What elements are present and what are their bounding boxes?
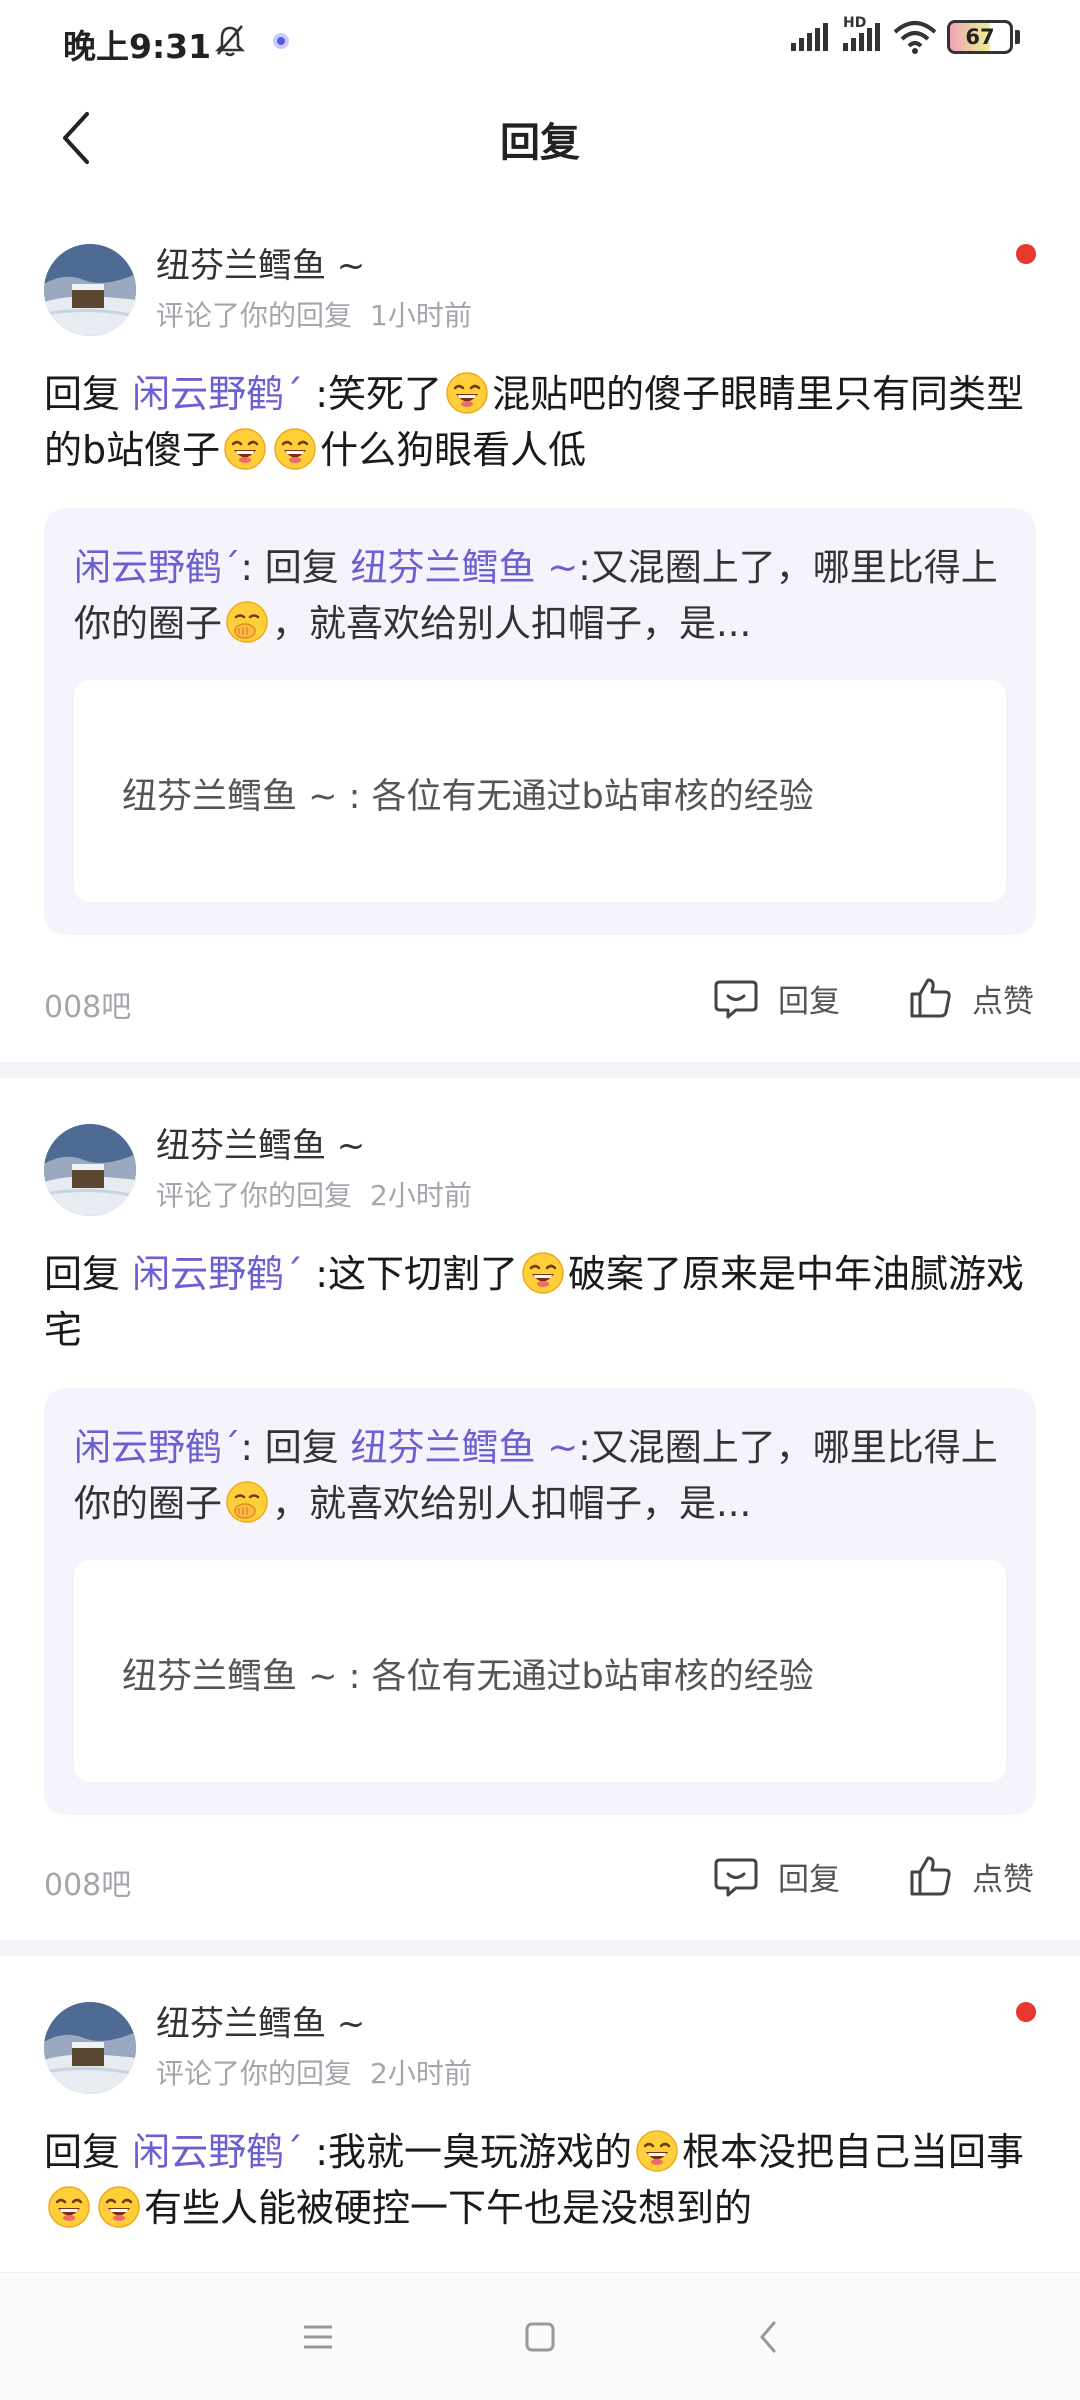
reply-target-link[interactable]: 闲云野鹤ˊ xyxy=(132,2130,303,2174)
grin-emoji-icon xyxy=(97,2185,141,2229)
original-post[interactable]: 纽芬兰鳕鱼 ~ : 各位有无通过b站审核的经验 xyxy=(74,680,1006,902)
notification-card[interactable]: 纽芬兰鳕鱼 ~ 评论了你的回复 2小时前 回复 闲云野鹤ˊ :这下切割了 破案了原来… xyxy=(0,1078,1080,1940)
comment-meta: 评论了你的回复 2小时前 xyxy=(156,1174,472,1214)
avatar[interactable] xyxy=(44,244,136,336)
thumb-up-icon xyxy=(906,974,954,1022)
reply-content[interactable]: 回复 闲云野鹤ˊ :这下切割了 破案了原来是中年油腻游戏宅 xyxy=(44,1246,1039,1358)
quote-target-link[interactable]: 纽芬兰鳕鱼 ~ xyxy=(351,546,579,589)
reply-content[interactable]: 回复 闲云野鹤ˊ :我就一臭玩游戏的 根本没把自己当回事有些人能被硬控一下午也是没… xyxy=(44,2124,1039,2236)
action-text: 评论了你的回复 xyxy=(156,2057,353,2090)
quote-author-link[interactable]: 闲云野鹤ˊ xyxy=(74,546,241,589)
hd-signal-icon: HD xyxy=(841,15,883,53)
grin-emoji-icon xyxy=(223,427,267,471)
card-divider xyxy=(0,1940,1080,1956)
like-button[interactable]: 点赞 xyxy=(906,1852,1034,1900)
reply-segment: 根本没把自己当回事 xyxy=(682,2130,1025,2174)
home-button[interactable] xyxy=(516,2313,564,2361)
nav-back-button[interactable] xyxy=(744,2313,792,2361)
original-post-text: 纽芬兰鳕鱼 ~ : 各位有无通过b站审核的经验 xyxy=(122,777,814,817)
wifi-icon xyxy=(893,21,937,54)
quote-text-part: ，就喜欢给别人扣帽子，是... xyxy=(272,1482,752,1525)
reply-label: 回复 xyxy=(778,1861,840,1898)
timestamp: 1小时前 xyxy=(370,299,472,332)
reply-target-link[interactable]: 闲云野鹤ˊ xyxy=(132,372,303,416)
original-post[interactable]: 纽芬兰鳕鱼 ~ : 各位有无通过b站审核的经验 xyxy=(74,1560,1006,1782)
grin-emoji-icon xyxy=(47,2185,91,2229)
quote-reply-label: : 回复 xyxy=(240,1426,339,1469)
reply-segment: :我就一臭玩游戏的 xyxy=(315,2130,633,2174)
quoted-thread[interactable]: 闲云野鹤ˊ: 回复 纽芬兰鳕鱼 ~:又混圈上了，哪里比得上你的圈子 ，就喜欢给别人… xyxy=(44,1388,1036,1815)
card-divider xyxy=(0,1062,1080,1078)
notification-card[interactable]: 纽芬兰鳕鱼 ~ 评论了你的回复 2小时前 回复 闲云野鹤ˊ :我就一臭玩游戏的 根本… xyxy=(0,1956,1080,2272)
status-bar: 晚上9:31 HD 67 xyxy=(0,0,1080,84)
home-square-icon xyxy=(525,2322,555,2352)
grin-emoji-icon xyxy=(445,371,489,415)
shush-emoji-icon xyxy=(225,600,269,644)
quote-text-part: ，就喜欢给别人扣帽子，是... xyxy=(272,602,752,645)
nav-back-icon xyxy=(760,2321,776,2353)
reply-prefix: 回复 xyxy=(44,2130,121,2174)
comment-bubble-icon xyxy=(712,1852,760,1900)
battery-level: 67 xyxy=(965,25,995,49)
battery-tip xyxy=(1015,30,1020,44)
reply-segment: :笑死了 xyxy=(315,372,443,416)
page-title: 回复 xyxy=(500,120,580,166)
quoted-thread[interactable]: 闲云野鹤ˊ: 回复 纽芬兰鳕鱼 ~:又混圈上了，哪里比得上你的圈子 ，就喜欢给别人… xyxy=(44,508,1036,935)
app-notification-icon xyxy=(273,33,289,49)
quote-reply-label: : 回复 xyxy=(240,546,339,589)
grin-emoji-icon xyxy=(273,427,317,471)
avatar[interactable] xyxy=(44,2002,136,2094)
username[interactable]: 纽芬兰鳕鱼 ~ xyxy=(156,238,365,287)
signal-icon xyxy=(791,23,828,51)
quoted-reply: 闲云野鹤ˊ: 回复 纽芬兰鳕鱼 ~:又混圈上了，哪里比得上你的圈子 ，就喜欢给别人… xyxy=(74,540,1004,652)
username[interactable]: 纽芬兰鳕鱼 ~ xyxy=(156,1118,365,1167)
action-text: 评论了你的回复 xyxy=(156,1179,353,1212)
reply-segment: 什么狗眼看人低 xyxy=(320,428,587,472)
status-icons: HD 67 xyxy=(789,15,1020,54)
reply-segment: 有些人能被硬控一下午也是没想到的 xyxy=(144,2186,753,2230)
bell-muted-icon xyxy=(214,25,246,57)
like-label: 点赞 xyxy=(972,1861,1034,1898)
avatar[interactable] xyxy=(44,1124,136,1216)
unread-dot xyxy=(1016,244,1036,264)
battery-icon: 67 xyxy=(947,20,1013,54)
quote-target-link[interactable]: 纽芬兰鳕鱼 ~ xyxy=(351,1426,579,1469)
thumb-up-icon xyxy=(906,1852,954,1900)
system-nav-bar xyxy=(0,2272,1080,2400)
comment-bubble-icon xyxy=(712,974,760,1022)
comment-meta: 评论了你的回复 2小时前 xyxy=(156,2052,472,2092)
reply-target-link[interactable]: 闲云野鹤ˊ xyxy=(132,1252,303,1296)
reply-prefix: 回复 xyxy=(44,1252,121,1296)
menu-button[interactable] xyxy=(294,2313,342,2361)
unread-dot xyxy=(1016,2002,1036,2022)
original-post-text: 纽芬兰鳕鱼 ~ : 各位有无通过b站审核的经验 xyxy=(122,1657,814,1697)
reply-button[interactable]: 回复 xyxy=(712,1852,840,1900)
like-button[interactable]: 点赞 xyxy=(906,974,1034,1022)
quote-author-link[interactable]: 闲云野鹤ˊ xyxy=(74,1426,241,1469)
comment-meta: 评论了你的回复 1小时前 xyxy=(156,294,472,334)
username[interactable]: 纽芬兰鳕鱼 ~ xyxy=(156,1996,365,2045)
quoted-reply: 闲云野鹤ˊ: 回复 纽芬兰鳕鱼 ~:又混圈上了，哪里比得上你的圈子 ，就喜欢给别人… xyxy=(74,1420,1004,1532)
timestamp: 2小时前 xyxy=(370,2057,472,2090)
card-footer: 008吧 回复 点赞 xyxy=(0,970,1080,1030)
reply-button[interactable]: 回复 xyxy=(712,974,840,1022)
grin-emoji-icon xyxy=(635,2129,679,2173)
forum-name[interactable]: 008吧 xyxy=(44,1860,131,1904)
forum-name[interactable]: 008吧 xyxy=(44,982,131,1026)
card-footer: 008吧 回复 点赞 xyxy=(0,1848,1080,1908)
like-label: 点赞 xyxy=(972,983,1034,1020)
reply-prefix: 回复 xyxy=(44,372,121,416)
status-time: 晚上9:31 xyxy=(63,27,212,66)
notification-card[interactable]: 纽芬兰鳕鱼 ~ 评论了你的回复 1小时前 回复 闲云野鹤ˊ :笑死了 混贴吧的傻子眼… xyxy=(0,192,1080,1062)
grin-emoji-icon xyxy=(521,1251,565,1295)
reply-content[interactable]: 回复 闲云野鹤ˊ :笑死了 混贴吧的傻子眼睛里只有同类型的b站傻子 什么狗眼看人低 xyxy=(44,366,1039,478)
reply-segment: :这下切割了 xyxy=(315,1252,519,1296)
reply-label: 回复 xyxy=(778,983,840,1020)
shush-emoji-icon xyxy=(225,1480,269,1524)
app-header: 回复 xyxy=(0,84,1080,192)
action-text: 评论了你的回复 xyxy=(156,299,353,332)
timestamp: 2小时前 xyxy=(370,1179,472,1212)
menu-icon xyxy=(304,2325,332,2349)
